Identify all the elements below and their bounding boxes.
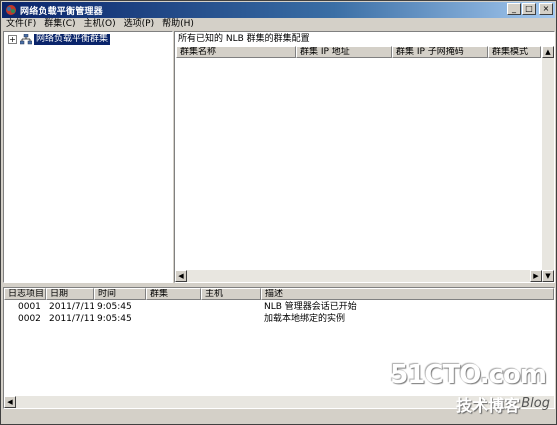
log-date: 2011/7/11 <box>49 314 94 324</box>
log-header: 日志项目 # 日期 时间 群集 主机 描述 <box>4 288 554 300</box>
watermark: 51CTO.com 技术博客 Blog <box>390 360 550 420</box>
log-host <box>201 313 261 325</box>
cluster-list-hscrollbar[interactable]: ◀ ▶ <box>175 270 542 282</box>
cluster-config-caption: 所有已知的 NLB 群集的群集配置 <box>178 34 310 44</box>
scroll-down-icon[interactable]: ▼ <box>542 270 554 282</box>
tree-node-nlb-clusters[interactable]: + 网络负载平衡群集 <box>8 34 111 45</box>
watermark-sub: 技术博客 <box>455 396 520 415</box>
nlb-manager-window: 网络负载平衡管理器 _ □ × 文件(F) 群集(C) 主机(O) 选项(P) … <box>0 0 557 425</box>
minimize-button[interactable]: _ <box>507 3 521 15</box>
log-cluster <box>146 313 201 325</box>
menu-file[interactable]: 文件(F) <box>2 18 40 31</box>
col-cluster-ip[interactable]: 群集 IP 地址 <box>296 46 392 58</box>
nlb-app-icon <box>6 5 16 15</box>
log-row[interactable]: 0002 2011/7/11 9:05:45 加载本地绑定的实例 <box>4 313 554 325</box>
col-cluster-mode[interactable]: 群集模式 <box>488 46 541 58</box>
cluster-list-vscrollbar[interactable]: ▲ ▼ <box>542 46 554 282</box>
cluster-list-header: 群集名称 群集 IP 地址 群集 IP 子网掩码 群集模式 <box>176 46 541 58</box>
log-host <box>201 301 261 313</box>
log-time: 9:05:45 <box>97 314 132 324</box>
col-log-cluster[interactable]: 群集 <box>146 288 201 300</box>
expand-icon[interactable]: + <box>8 35 17 44</box>
menu-cluster[interactable]: 群集(C) <box>40 18 79 31</box>
cluster-icon <box>20 34 32 45</box>
maximize-button[interactable]: □ <box>522 3 536 15</box>
menu-bar: 文件(F) 群集(C) 主机(O) 选项(P) 帮助(H) <box>2 18 555 31</box>
watermark-brand: 51CTO.com <box>390 360 547 390</box>
col-log-date[interactable]: 日期 <box>46 288 94 300</box>
cluster-config-panel: 所有已知的 NLB 群集的群集配置 群集名称 群集 IP 地址 群集 IP 子网… <box>174 31 555 283</box>
log-row[interactable]: 0001 2011/7/11 9:05:45 NLB 管理器会话已开始 <box>4 301 554 313</box>
menu-help[interactable]: 帮助(H) <box>158 18 198 31</box>
log-time: 9:05:45 <box>97 302 132 312</box>
scroll-left-icon[interactable]: ◀ <box>4 396 16 408</box>
log-date: 2011/7/11 <box>49 302 94 312</box>
log-desc: 加载本地绑定的实例 <box>264 314 346 324</box>
cluster-tree[interactable]: + 网络负载平衡群集 <box>3 31 173 283</box>
log-id: 0001 <box>18 302 41 312</box>
col-log-id[interactable]: 日志项目 # <box>4 288 46 300</box>
col-log-desc[interactable]: 描述 <box>261 288 554 300</box>
col-log-host[interactable]: 主机 <box>201 288 261 300</box>
col-cluster-name[interactable]: 群集名称 <box>176 46 296 58</box>
tree-label-nlb-clusters[interactable]: 网络负载平衡群集 <box>34 34 111 45</box>
scroll-up-icon[interactable]: ▲ <box>542 46 554 58</box>
watermark-blog: Blog <box>521 396 550 411</box>
title-bar[interactable]: 网络负载平衡管理器 _ □ × <box>2 2 555 18</box>
close-button[interactable]: × <box>539 3 553 15</box>
col-log-time[interactable]: 时间 <box>94 288 146 300</box>
window-title: 网络负载平衡管理器 <box>20 6 103 17</box>
menu-options[interactable]: 选项(P) <box>120 18 158 31</box>
scroll-right-icon[interactable]: ▶ <box>530 270 542 282</box>
log-cluster <box>146 301 201 313</box>
menu-host[interactable]: 主机(O) <box>80 18 120 31</box>
log-desc: NLB 管理器会话已开始 <box>264 302 357 312</box>
col-cluster-subnet[interactable]: 群集 IP 子网掩码 <box>392 46 488 58</box>
log-id: 0002 <box>18 314 41 324</box>
scroll-left-icon[interactable]: ◀ <box>175 270 187 282</box>
